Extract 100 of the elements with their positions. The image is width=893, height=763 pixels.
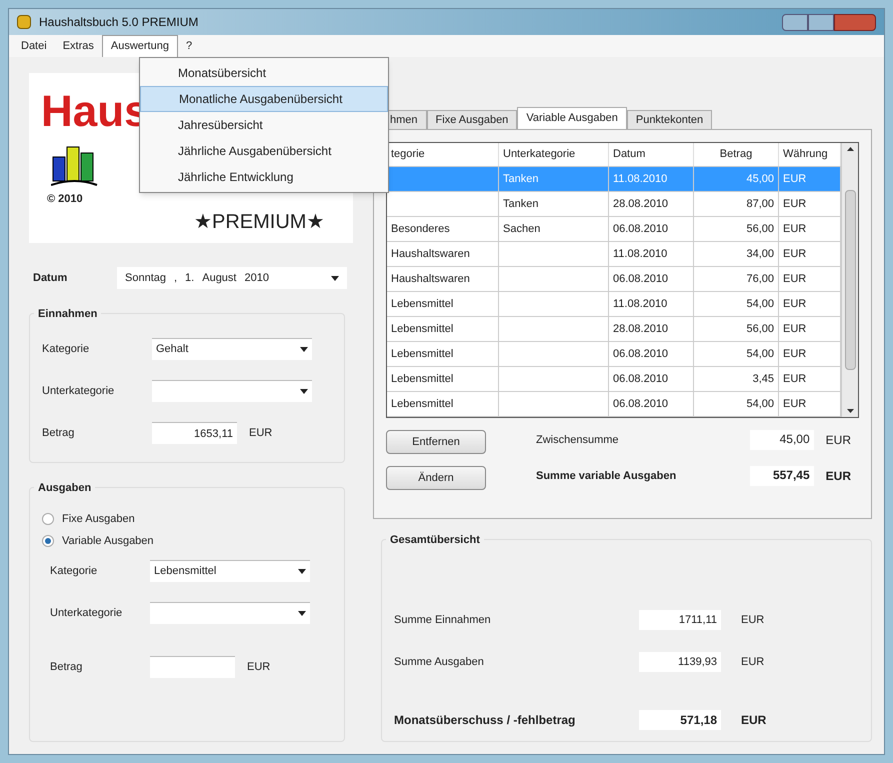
- table-cell: 06.08.2010: [609, 217, 694, 241]
- date-picker[interactable]: Sonntag , 1. August 2010: [117, 267, 347, 289]
- table-cell: Haushaltswaren: [387, 242, 499, 266]
- table-cell: Sachen: [499, 217, 609, 241]
- dropdown-arrow-icon: [300, 389, 308, 394]
- table-cell: 06.08.2010: [609, 367, 694, 391]
- table-cell: Besonderes: [387, 217, 499, 241]
- currency-label: EUR: [741, 712, 766, 729]
- table-row[interactable]: Tanken 28.08.2010 87,00 EUR: [387, 192, 841, 217]
- table-cell: 28.08.2010: [609, 192, 694, 216]
- dropdown-menu-item[interactable]: Monatliche Ausgabenübersicht: [140, 86, 388, 112]
- table-cell: Lebensmittel: [387, 392, 499, 416]
- table-cell: 56,00: [694, 317, 779, 341]
- table-cell: 3,45: [694, 367, 779, 391]
- currency-label: EUR: [826, 432, 851, 449]
- summary-label: Summe Einnahmen: [394, 612, 492, 628]
- maximize-button[interactable]: [808, 14, 834, 30]
- subtotal-label: Zwischensumme: [536, 432, 619, 448]
- currency-label: EUR: [826, 468, 851, 485]
- subtotal-value: 45,00: [750, 430, 814, 450]
- dropdown-value: Gehalt: [156, 342, 188, 358]
- table-cell: 11.08.2010: [609, 292, 694, 316]
- table-cell: 34,00: [694, 242, 779, 266]
- table-row[interactable]: Besonderes Sachen 06.08.2010 56,00 EUR: [387, 217, 841, 242]
- close-button[interactable]: [834, 14, 876, 30]
- currency-label: EUR: [247, 660, 270, 675]
- menu-item[interactable]: Extras: [54, 35, 102, 57]
- total-value: 557,45: [750, 466, 814, 486]
- table-cell: Lebensmittel: [387, 342, 499, 366]
- date-weekday: Sonntag: [125, 270, 166, 286]
- dropdown-menu-item[interactable]: Jährliche Entwicklung: [140, 164, 388, 190]
- field-label: Betrag: [42, 426, 76, 441]
- date-day: 1.: [185, 270, 194, 286]
- dropdown-field[interactable]: [152, 380, 312, 402]
- menu-item[interactable]: ?: [178, 35, 200, 57]
- amount-input[interactable]: 1653,11: [152, 422, 237, 444]
- table-cell: 87,00: [694, 192, 779, 216]
- dropdown-menu-item[interactable]: Monatsübersicht: [140, 60, 388, 86]
- table-row[interactable]: Lebensmittel 06.08.2010 3,45 EUR: [387, 367, 841, 392]
- date-separator: ,: [174, 270, 178, 286]
- field-label: Unterkategorie: [42, 384, 116, 399]
- radio-button[interactable]: [42, 513, 54, 525]
- dropdown-field[interactable]: Lebensmittel: [150, 560, 310, 582]
- dropdown-field[interactable]: [150, 602, 310, 624]
- field-label: Unterkategorie: [50, 606, 124, 621]
- table-cell: 54,00: [694, 342, 779, 366]
- table-cell: Lebensmittel: [387, 367, 499, 391]
- summary-label: Monatsüberschuss / -fehlbetrag: [394, 712, 576, 729]
- dropdown-field[interactable]: Gehalt: [152, 338, 312, 360]
- total-label: Summe variable Ausgaben: [536, 468, 676, 484]
- table-cell: Tanken: [499, 192, 609, 216]
- edition-text: ★PREMIUM★: [194, 210, 324, 235]
- table-cell: Lebensmittel: [387, 317, 499, 341]
- table-cell: 06.08.2010: [609, 392, 694, 416]
- amount-input[interactable]: [150, 656, 235, 678]
- table-cell: 06.08.2010: [609, 342, 694, 366]
- radio-button[interactable]: [42, 535, 54, 547]
- summary-value: 1711,11: [639, 610, 721, 630]
- app-icon: [17, 15, 31, 29]
- table-row[interactable]: Lebensmittel 06.08.2010 54,00 EUR: [387, 392, 841, 417]
- tab[interactable]: Punktekonten: [626, 110, 712, 129]
- table-row[interactable]: Haushaltswaren 11.08.2010 34,00 EUR: [387, 242, 841, 267]
- table-cell: Tanken: [499, 167, 609, 191]
- column-header[interactable]: Datum: [609, 143, 694, 166]
- table-row[interactable]: Lebensmittel 11.08.2010 54,00 EUR: [387, 292, 841, 317]
- minimize-button[interactable]: [782, 14, 808, 30]
- radio-label: Variable Ausgaben: [62, 534, 154, 549]
- table-cell: 06.08.2010: [609, 267, 694, 291]
- currency-label: EUR: [741, 654, 764, 670]
- scrollbar-thumb[interactable]: [844, 190, 856, 370]
- table-cell: 11.08.2010: [609, 242, 694, 266]
- table-row[interactable]: Lebensmittel 28.08.2010 56,00 EUR: [387, 317, 841, 342]
- scrollbar[interactable]: [841, 143, 858, 417]
- field-label: Kategorie: [42, 342, 90, 357]
- tab[interactable]: Variable Ausgaben: [517, 107, 627, 129]
- action-button[interactable]: Ändern: [386, 466, 486, 490]
- action-button[interactable]: Entfernen: [386, 430, 486, 454]
- scroll-down-icon: [846, 409, 854, 413]
- summary-value: 1139,93: [639, 652, 721, 672]
- dropdown-menu-item[interactable]: Jährliche Ausgabenübersicht: [140, 138, 388, 164]
- dropdown-arrow-icon: [331, 276, 339, 280]
- group-title: Ausgaben: [34, 480, 96, 496]
- menu-item[interactable]: Auswertung: [102, 35, 178, 57]
- field-label: Kategorie: [50, 564, 98, 579]
- table-row[interactable]: Lebensmittel 06.08.2010 54,00 EUR: [387, 342, 841, 367]
- field-label: Betrag: [50, 660, 84, 675]
- table-cell: 45,00: [694, 167, 779, 191]
- summary-label: Summe Ausgaben: [394, 654, 485, 670]
- table-cell: 11.08.2010: [609, 167, 694, 191]
- scroll-up-icon: [846, 147, 854, 151]
- column-header[interactable]: Betrag: [694, 143, 779, 166]
- menu-item[interactable]: Datei: [13, 35, 55, 57]
- column-header[interactable]: tegorie: [387, 143, 499, 166]
- date-label: Datum: [33, 270, 68, 286]
- date-month: August: [202, 270, 236, 286]
- summary-value: 571,18: [639, 710, 721, 730]
- column-header[interactable]: Unterkategorie: [499, 143, 609, 166]
- currency-label: EUR: [741, 612, 764, 628]
- table-row[interactable]: Haushaltswaren 06.08.2010 76,00 EUR: [387, 267, 841, 292]
- tab[interactable]: Fixe Ausgaben: [426, 110, 518, 129]
